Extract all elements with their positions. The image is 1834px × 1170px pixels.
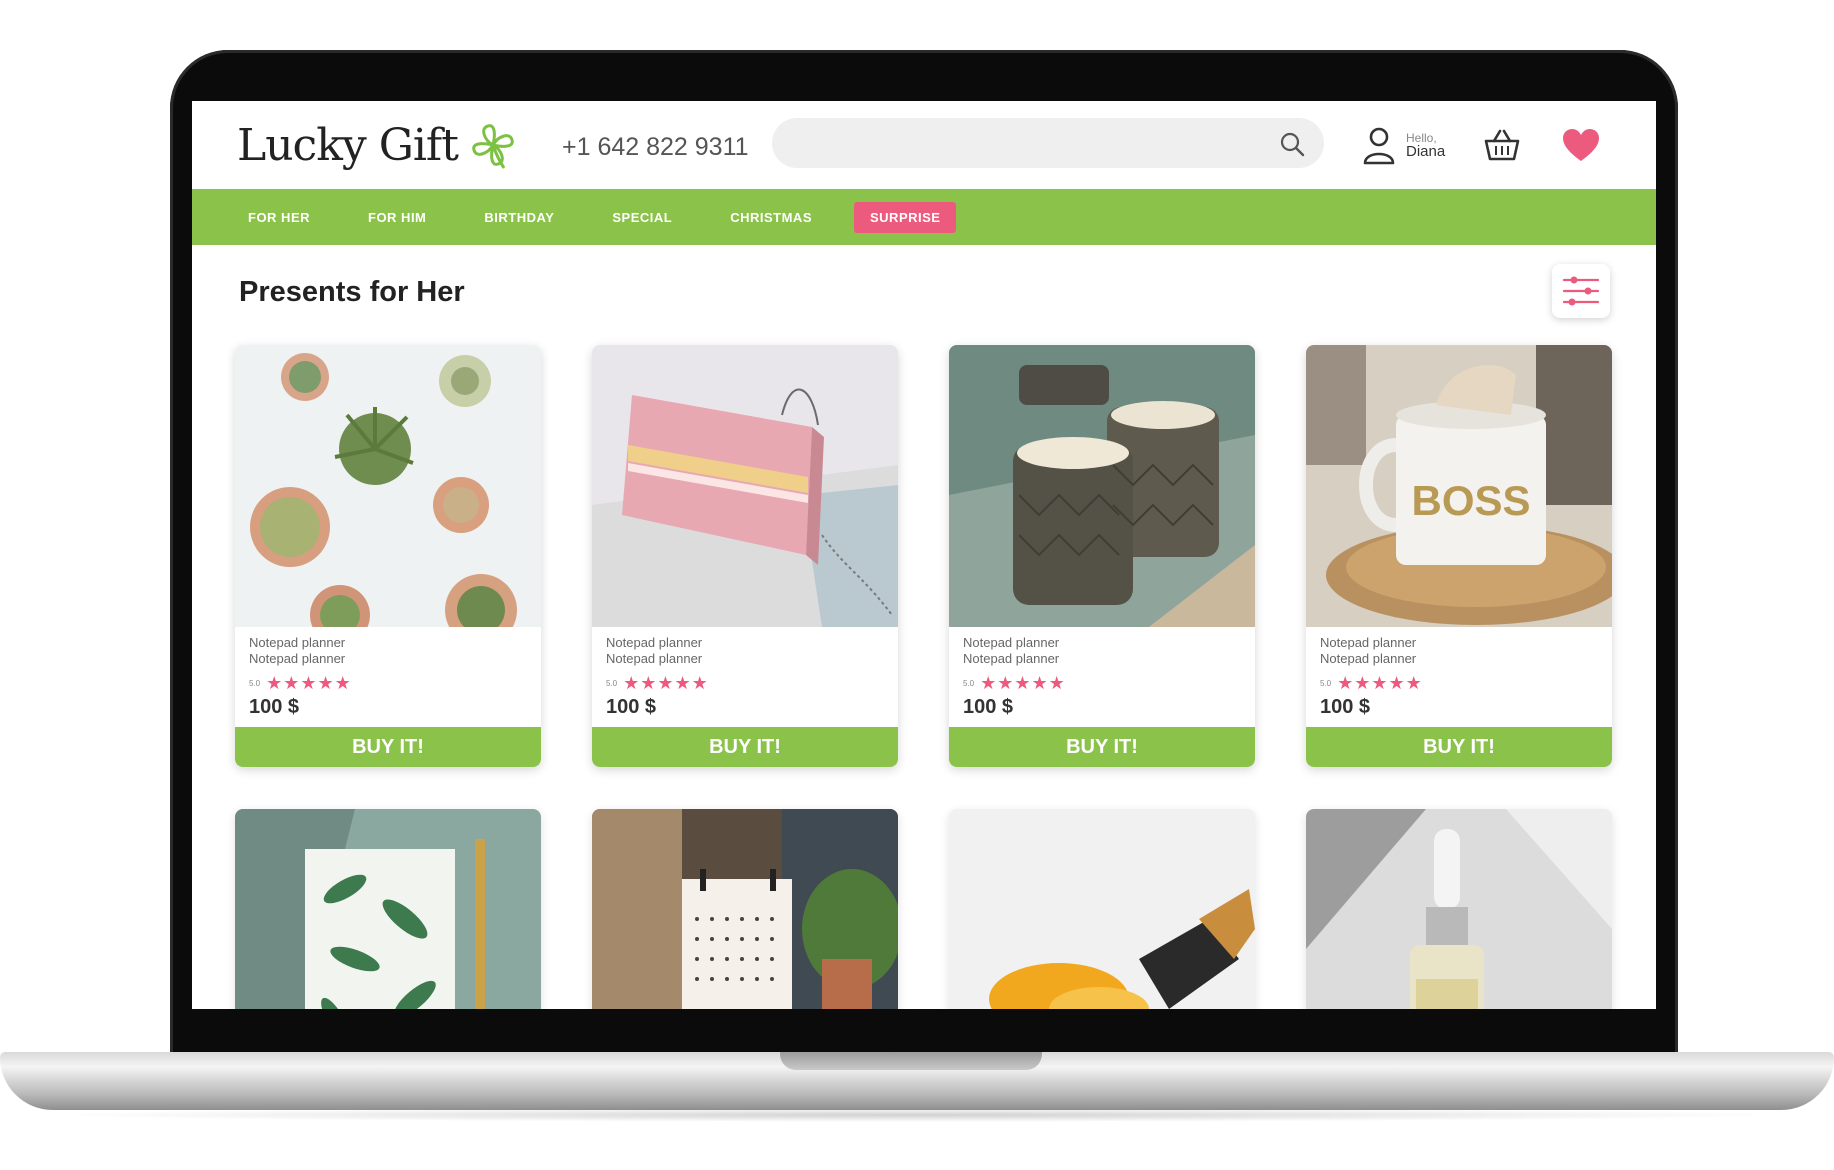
rating-value: 5.0 [249,679,261,688]
filter-button[interactable] [1552,264,1610,318]
user-icon [1363,127,1395,165]
user-account[interactable]: Hello, Diana [1362,123,1445,167]
star-rating-icon: ★★★★★ [623,673,709,693]
product-info: Notepad planner Notepad planner 5.0 ★★★★… [606,635,886,719]
product-card[interactable] [235,809,541,1009]
product-card[interactable]: Notepad planner Notepad planner 5.0 ★★★★… [592,345,898,767]
product-info: Notepad planner Notepad planner 5.0 ★★★★… [963,635,1243,719]
product-name: Notepad planner [963,635,1060,650]
buy-button[interactable]: BUY IT! [235,727,541,767]
rating: 5.0 ★★★★★ [249,673,529,694]
product-card[interactable]: Notepad planner Notepad planner 5.0 ★★★★… [235,345,541,767]
header: Lucky Gift +1 642 822 9311 Hello, Diana [192,101,1656,189]
product-info: Notepad planner Notepad planner 5.0 ★★★★… [249,635,529,719]
product-image-leaf-notebook [235,809,541,1009]
product-image-desk-calendar [592,809,898,1009]
clover-icon [472,124,514,169]
product-image-bath-salt [949,809,1255,1009]
star-rating-icon: ★★★★★ [980,673,1066,693]
product-image-boss-mug: BOSS [1306,345,1612,627]
product-subtitle: Notepad planner [249,651,346,666]
user-greeting: Hello, Diana [1406,131,1445,159]
phone-number[interactable]: +1 642 822 9311 [562,133,749,162]
category-nav: FOR HER FOR HIM BIRTHDAY SPECIAL CHRISTM… [192,189,1656,245]
nav-item-for-her[interactable]: FOR HER [232,202,326,233]
nav-item-for-him[interactable]: FOR HIM [352,202,442,233]
page-title: Presents for Her [239,276,465,308]
product-image-succulents [235,345,541,627]
nav-item-special[interactable]: SPECIAL [596,202,688,233]
rating: 5.0 ★★★★★ [606,673,886,694]
product-price: 100 $ [963,696,1014,718]
product-image-serum-bottle [1306,809,1612,1009]
product-subtitle: Notepad planner [1320,651,1417,666]
rating: 5.0 ★★★★★ [963,673,1243,694]
star-rating-icon: ★★★★★ [1337,673,1423,693]
screen: Lucky Gift +1 642 822 9311 Hello, Diana … [192,101,1656,1009]
star-rating-icon: ★★★★★ [266,673,352,693]
basket-icon[interactable] [1482,127,1522,163]
logo[interactable]: Lucky Gift [237,115,520,175]
filter-sliders-icon [1562,276,1600,306]
buy-button[interactable]: BUY IT! [949,727,1255,767]
product-subtitle: Notepad planner [963,651,1060,666]
buy-button[interactable]: BUY IT! [592,727,898,767]
product-name: Notepad planner [1320,635,1417,650]
search-bar[interactable] [772,118,1324,170]
product-card[interactable] [592,809,898,1009]
product-card[interactable]: Notepad planner Notepad planner 5.0 ★★★★… [949,345,1255,767]
heart-icon[interactable] [1561,127,1601,163]
product-name: Notepad planner [249,635,346,650]
product-info: Notepad planner Notepad planner 5.0 ★★★★… [1320,635,1600,719]
laptop-notch [780,1052,1042,1070]
product-card[interactable] [949,809,1255,1009]
nav-item-christmas[interactable]: CHRISTMAS [714,202,828,233]
nav-item-birthday[interactable]: BIRTHDAY [468,202,570,233]
product-price: 100 $ [606,696,657,718]
buy-button[interactable]: BUY IT! [1306,727,1612,767]
laptop-shadow [40,1108,1794,1122]
search-icon[interactable] [1278,130,1306,158]
rating-value: 5.0 [606,679,618,688]
product-image-candles [949,345,1255,627]
rating: 5.0 ★★★★★ [1320,673,1600,694]
product-price: 100 $ [1320,696,1371,718]
mug-text: BOSS [1411,477,1530,524]
search-input[interactable] [796,118,1280,170]
greeting-name: Diana [1406,143,1446,160]
product-price: 100 $ [249,696,300,718]
product-card[interactable] [1306,809,1612,1009]
product-image-pink-handbag [592,345,898,627]
logo-text: Lucky Gift [237,119,459,171]
product-subtitle: Notepad planner [606,651,703,666]
product-card[interactable]: BOSS Notepad planner Notepad planner 5.0… [1306,345,1612,767]
product-name: Notepad planner [606,635,703,650]
rating-value: 5.0 [963,679,975,688]
nav-item-surprise[interactable]: SURPRISE [854,201,957,233]
rating-value: 5.0 [1320,679,1332,688]
